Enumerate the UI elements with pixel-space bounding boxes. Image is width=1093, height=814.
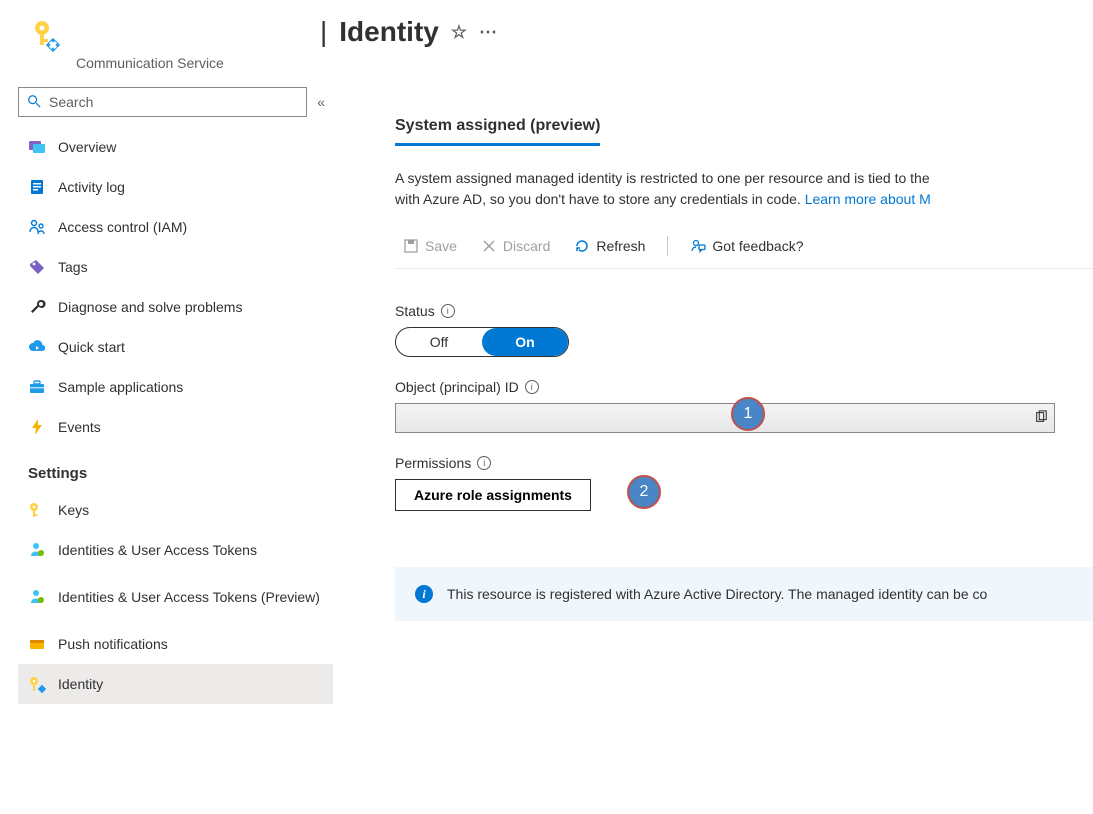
sidebar-item-tags[interactable]: Tags	[18, 247, 333, 287]
discard-icon	[481, 238, 497, 254]
refresh-icon	[574, 238, 590, 254]
page-title: | Identity ☆ ⋯	[320, 16, 497, 48]
callout-2: 2	[627, 475, 661, 509]
banner-text: This resource is registered with Azure A…	[447, 586, 987, 602]
key-icon	[28, 501, 46, 519]
permissions-info-icon[interactable]: i	[477, 456, 491, 470]
more-menu-icon[interactable]: ⋯	[479, 22, 497, 43]
sidebar-search[interactable]	[18, 87, 307, 117]
user-token-preview-icon	[28, 588, 46, 606]
status-info-icon[interactable]: i	[441, 304, 455, 318]
sidebar-item-push[interactable]: Push notifications	[18, 624, 333, 664]
identity-key-icon	[28, 675, 46, 693]
azure-role-assignments-button[interactable]: Azure role assignments	[395, 479, 591, 511]
toggle-off[interactable]: Off	[396, 328, 482, 356]
status-label: Status	[395, 303, 435, 319]
object-id-box	[395, 403, 1055, 433]
sidebar-item-overview[interactable]: Overview	[18, 127, 333, 167]
info-banner: i This resource is registered with Azure…	[395, 567, 1093, 621]
discard-button: Discard	[473, 236, 558, 256]
status-field: Status i Off On	[395, 303, 1093, 357]
tag-icon	[28, 258, 46, 276]
overview-icon	[28, 138, 46, 156]
sidebar-item-quickstart[interactable]: Quick start	[18, 327, 333, 367]
sidebar: « Overview Activity log Access control (…	[0, 79, 335, 814]
sidebar-item-sample-apps[interactable]: Sample applications	[18, 367, 333, 407]
sidebar-item-iam[interactable]: Access control (IAM)	[18, 207, 333, 247]
user-token-icon	[28, 541, 46, 559]
copy-icon[interactable]	[1034, 410, 1048, 427]
briefcase-icon	[28, 378, 46, 396]
search-input[interactable]	[49, 94, 298, 110]
object-id-field: Object (principal) ID i 1	[395, 379, 1093, 433]
object-id-label: Object (principal) ID	[395, 379, 519, 395]
permissions-label: Permissions	[395, 455, 471, 471]
feedback-icon	[690, 238, 706, 254]
status-toggle[interactable]: Off On	[395, 327, 569, 357]
toggle-on[interactable]: On	[482, 328, 568, 356]
permissions-field: Permissions i Azure role assignments 2	[395, 455, 1093, 511]
page-header: Communication Service | Identity ☆ ⋯	[0, 0, 1093, 79]
sidebar-item-diagnose[interactable]: Diagnose and solve problems	[18, 287, 333, 327]
sidebar-item-activity-log[interactable]: Activity log	[18, 167, 333, 207]
iam-icon	[28, 218, 46, 236]
info-icon: i	[415, 585, 433, 603]
wrench-icon	[28, 298, 46, 316]
description-text: A system assigned managed identity is re…	[395, 168, 1093, 210]
sidebar-item-tokens-preview[interactable]: Identities & User Access Tokens (Preview…	[18, 570, 333, 624]
main-content: System assigned (preview) A system assig…	[335, 79, 1093, 814]
learn-more-link[interactable]: Learn more about M	[805, 191, 931, 207]
page-title-text: Identity	[339, 16, 439, 48]
tab-system-assigned[interactable]: System assigned (preview)	[395, 117, 600, 146]
favorite-star-icon[interactable]: ☆	[451, 22, 467, 43]
sidebar-item-tokens[interactable]: Identities & User Access Tokens	[18, 530, 333, 570]
object-id-info-icon[interactable]: i	[525, 380, 539, 394]
sidebar-item-identity[interactable]: Identity	[18, 664, 333, 704]
lightning-icon	[28, 418, 46, 436]
save-icon	[403, 238, 419, 254]
push-icon	[28, 635, 46, 653]
sidebar-item-keys[interactable]: Keys	[18, 490, 333, 530]
feedback-button[interactable]: Got feedback?	[682, 236, 811, 256]
sidebar-section-settings: Settings	[18, 447, 333, 490]
log-icon	[28, 178, 46, 196]
collapse-sidebar-icon[interactable]: «	[317, 94, 325, 110]
search-icon	[27, 94, 41, 111]
sidebar-item-events[interactable]: Events	[18, 407, 333, 447]
service-key-icon	[28, 16, 64, 55]
service-label: Communication Service	[28, 55, 328, 71]
refresh-button[interactable]: Refresh	[566, 236, 653, 256]
toolbar: Save Discard Refresh Got feedback?	[395, 230, 1093, 269]
cloud-icon	[28, 338, 46, 356]
save-button: Save	[395, 236, 465, 256]
